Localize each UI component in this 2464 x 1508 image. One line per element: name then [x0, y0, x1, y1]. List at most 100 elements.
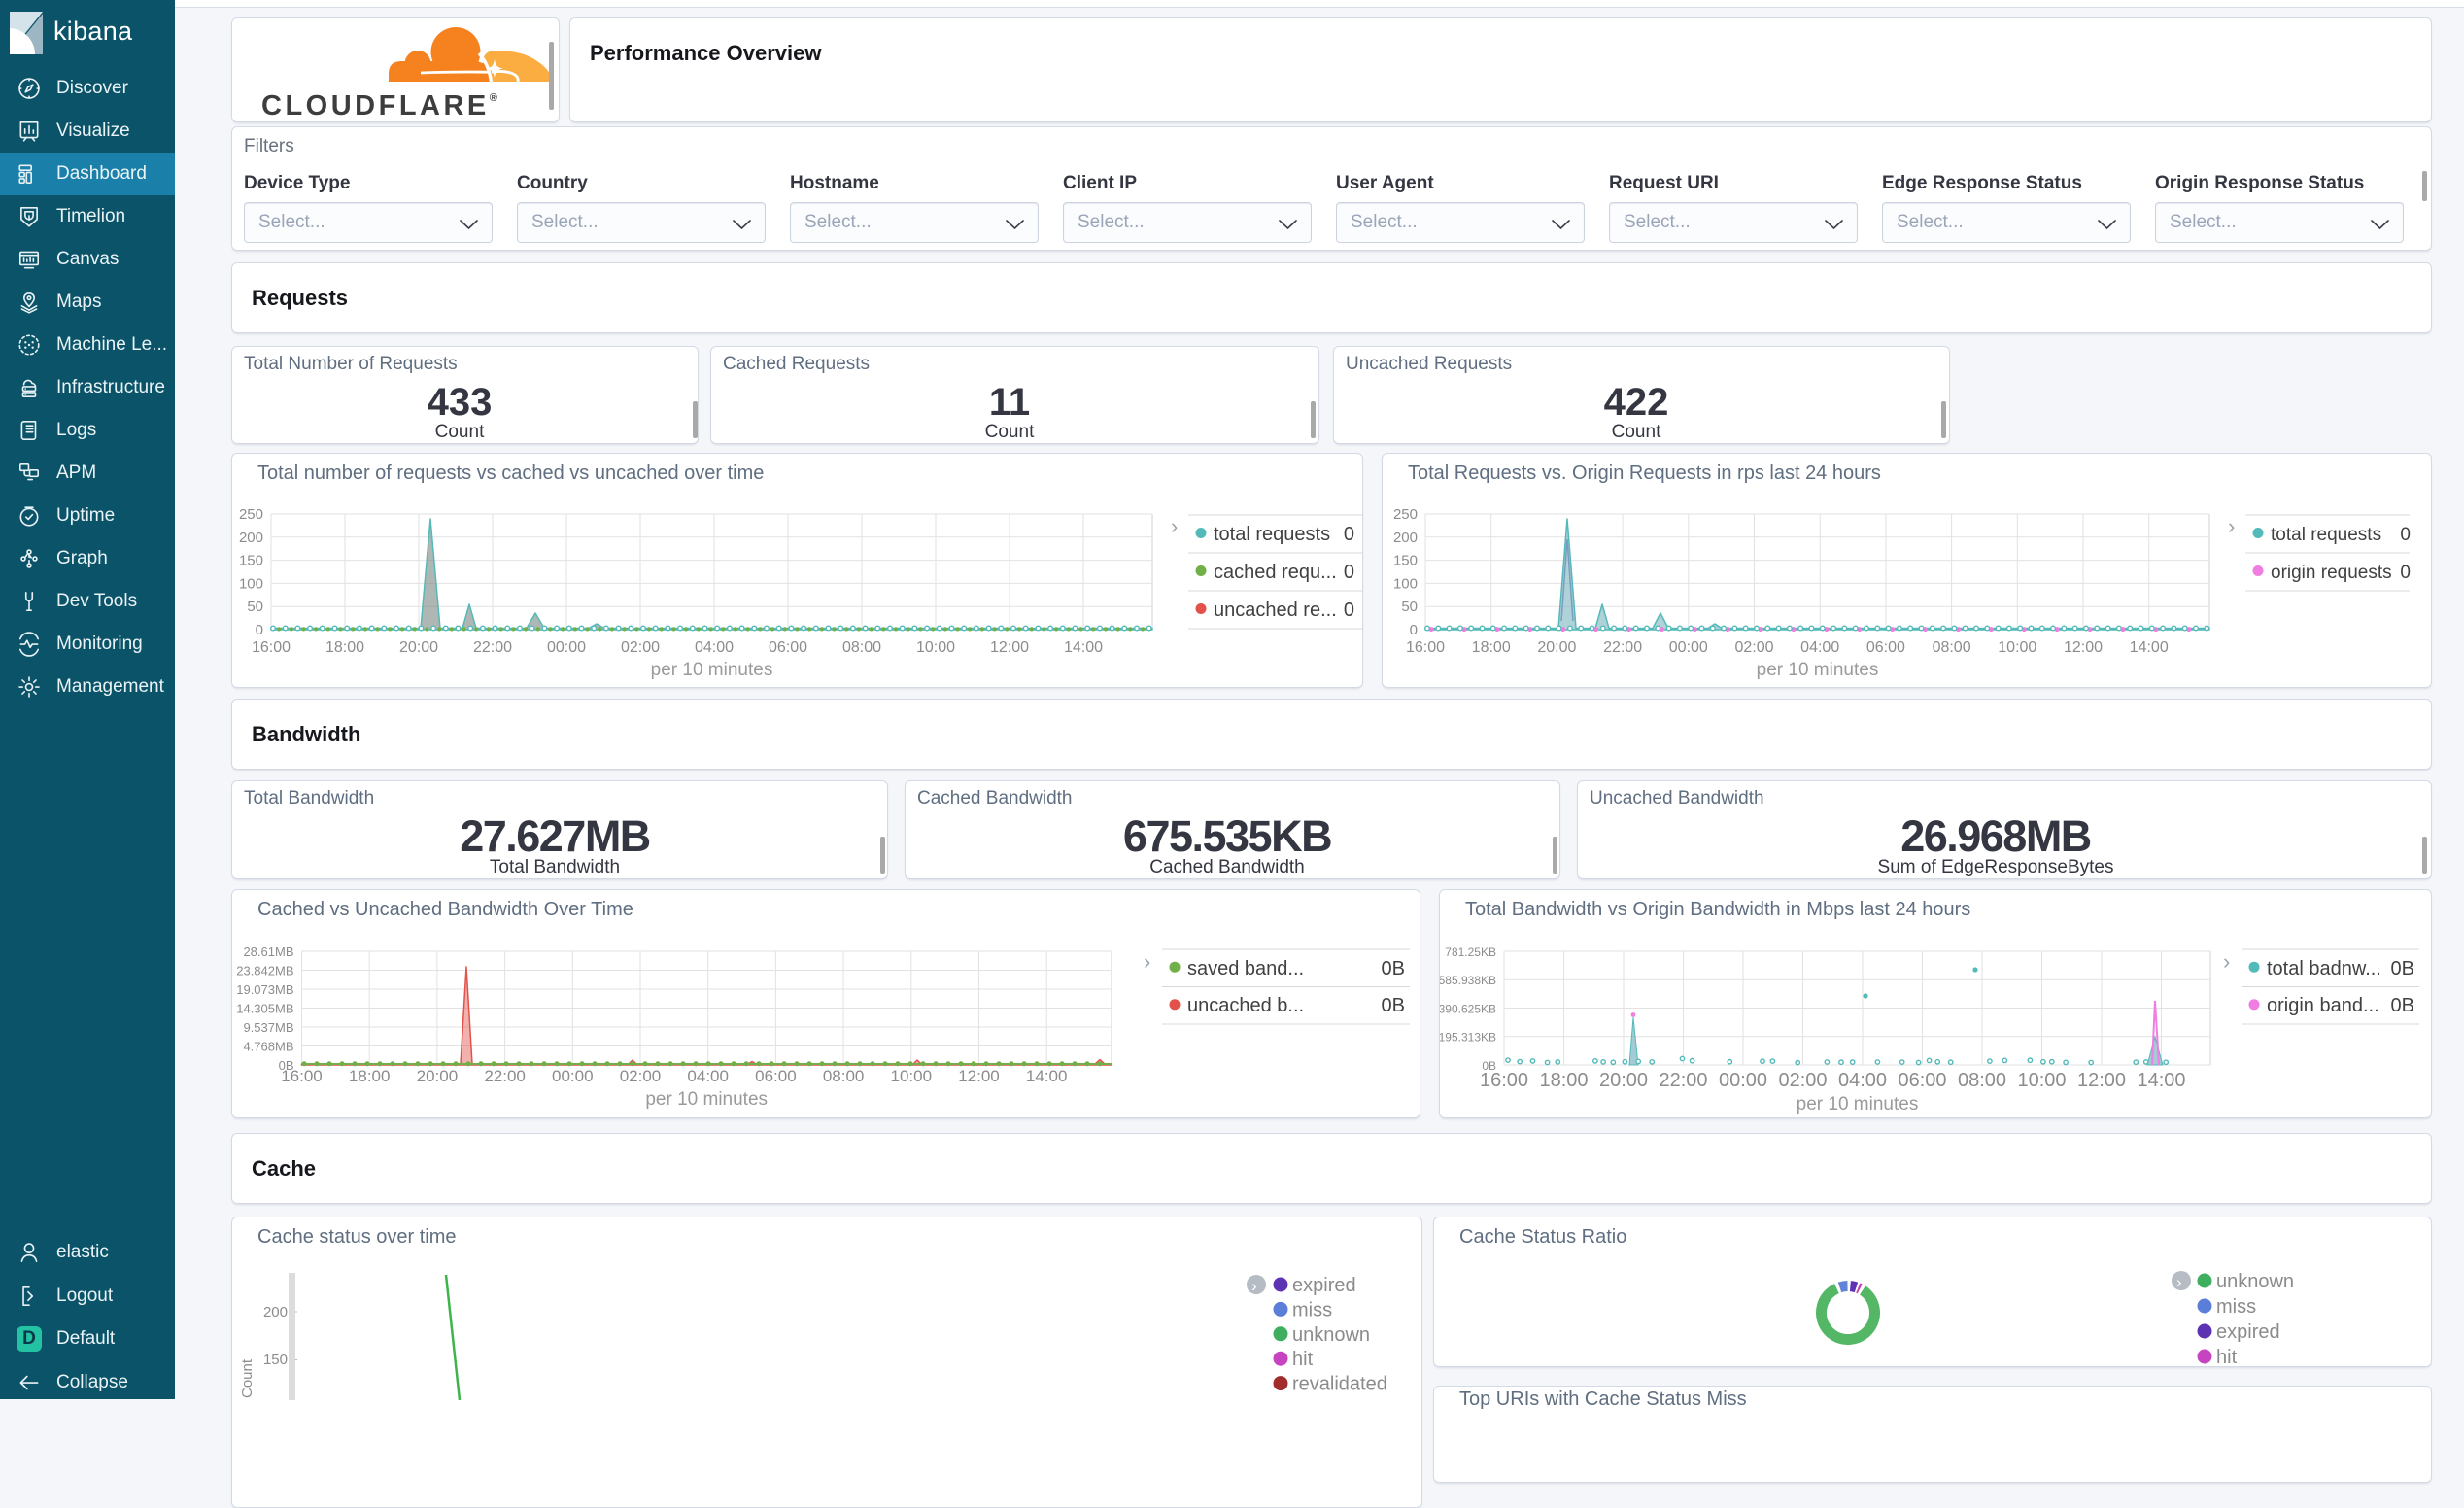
svg-text:100: 100 — [1393, 575, 1418, 592]
svg-text:22:00: 22:00 — [1659, 1070, 1707, 1091]
svg-text:50: 50 — [1401, 599, 1418, 615]
svg-text:02:00: 02:00 — [1734, 639, 1773, 656]
svg-text:00:00: 00:00 — [1669, 639, 1708, 656]
svg-text:00:00: 00:00 — [1719, 1070, 1767, 1091]
svg-text:0: 0 — [1410, 622, 1418, 638]
svg-text:200: 200 — [239, 530, 263, 546]
svg-text:per 10 minutes: per 10 minutes — [651, 660, 773, 680]
svg-text:0: 0 — [256, 622, 263, 638]
svg-text:08:00: 08:00 — [1958, 1070, 2006, 1091]
svg-text:20:00: 20:00 — [399, 639, 438, 656]
svg-text:22:00: 22:00 — [484, 1067, 526, 1085]
svg-text:18:00: 18:00 — [349, 1067, 391, 1085]
svg-text:10:00: 10:00 — [1998, 639, 2036, 656]
svg-text:20:00: 20:00 — [417, 1067, 459, 1085]
svg-text:unknown: unknown — [1292, 1324, 1370, 1346]
svg-text:0: 0 — [1344, 562, 1354, 583]
svg-text:hit: hit — [2216, 1347, 2238, 1366]
svg-text:04:00: 04:00 — [1800, 639, 1839, 656]
svg-text:150: 150 — [1393, 553, 1418, 569]
svg-text:Count: Count — [239, 1358, 256, 1398]
svg-text:›: › — [2176, 1273, 2182, 1291]
svg-text:50: 50 — [247, 599, 263, 615]
svg-text:14.305MB: 14.305MB — [236, 1002, 293, 1016]
svg-text:04:00: 04:00 — [695, 639, 734, 656]
svg-text:12:00: 12:00 — [2077, 1070, 2126, 1091]
svg-text:250: 250 — [239, 506, 263, 523]
svg-text:10:00: 10:00 — [891, 1067, 933, 1085]
svg-text:02:00: 02:00 — [621, 639, 660, 656]
svg-text:12:00: 12:00 — [958, 1067, 1000, 1085]
svg-text:14:00: 14:00 — [1064, 639, 1103, 656]
svg-text:08:00: 08:00 — [823, 1067, 865, 1085]
svg-text:unknown: unknown — [2216, 1271, 2294, 1292]
svg-text:00:00: 00:00 — [552, 1067, 594, 1085]
svg-text:12:00: 12:00 — [2064, 639, 2103, 656]
svg-text:06:00: 06:00 — [755, 1067, 797, 1085]
svg-text:4.768MB: 4.768MB — [243, 1040, 293, 1054]
svg-text:expired: expired — [2216, 1321, 2280, 1343]
svg-text:0: 0 — [1344, 600, 1354, 621]
svg-text:cached requ...: cached requ... — [1214, 562, 1337, 583]
svg-text:per 10 minutes: per 10 minutes — [1797, 1094, 1919, 1114]
svg-text:total requests: total requests — [1214, 524, 1330, 545]
svg-text:16:00: 16:00 — [281, 1067, 323, 1085]
svg-text:uncached b...: uncached b... — [1187, 995, 1304, 1016]
svg-text:10:00: 10:00 — [2017, 1070, 2066, 1091]
svg-text:18:00: 18:00 — [1472, 639, 1511, 656]
svg-text:200: 200 — [263, 1304, 288, 1320]
svg-text:0B: 0B — [2391, 995, 2414, 1016]
svg-text:22:00: 22:00 — [473, 639, 512, 656]
svg-text:miss: miss — [2216, 1296, 2256, 1318]
svg-text:16:00: 16:00 — [252, 639, 291, 656]
svg-text:200: 200 — [1393, 530, 1418, 546]
svg-text:0: 0 — [2400, 563, 2411, 583]
svg-text:›: › — [2223, 949, 2230, 974]
svg-text:19.073MB: 19.073MB — [236, 982, 293, 997]
svg-text:585.938KB: 585.938KB — [1440, 974, 1496, 987]
svg-text:14:00: 14:00 — [2137, 1070, 2185, 1091]
svg-text:02:00: 02:00 — [1778, 1070, 1827, 1091]
svg-text:miss: miss — [1292, 1299, 1332, 1320]
svg-text:20:00: 20:00 — [1599, 1070, 1648, 1091]
svg-text:›: › — [1251, 1277, 1257, 1295]
svg-text:0B: 0B — [2391, 958, 2414, 979]
svg-text:total badnw...: total badnw... — [2267, 958, 2381, 979]
svg-text:08:00: 08:00 — [1933, 639, 1971, 656]
svg-text:10:00: 10:00 — [916, 639, 955, 656]
svg-text:390.625KB: 390.625KB — [1440, 1003, 1496, 1016]
svg-text:14:00: 14:00 — [2130, 639, 2169, 656]
svg-text:›: › — [1144, 949, 1150, 974]
svg-text:06:00: 06:00 — [769, 639, 807, 656]
svg-text:04:00: 04:00 — [1838, 1070, 1887, 1091]
svg-text:14:00: 14:00 — [1026, 1067, 1068, 1085]
svg-text:00:00: 00:00 — [547, 639, 586, 656]
svg-text:28.61MB: 28.61MB — [243, 944, 293, 959]
svg-text:0B: 0B — [1382, 958, 1405, 979]
svg-text:origin requests: origin requests — [2271, 563, 2392, 583]
svg-text:08:00: 08:00 — [842, 639, 881, 656]
svg-text:06:00: 06:00 — [1866, 639, 1905, 656]
svg-text:revalidated: revalidated — [1292, 1374, 1387, 1395]
svg-text:150: 150 — [263, 1352, 288, 1368]
svg-text:02:00: 02:00 — [620, 1067, 662, 1085]
svg-text:0B: 0B — [1382, 995, 1405, 1016]
svg-text:0: 0 — [1344, 524, 1354, 545]
svg-text:22:00: 22:00 — [1603, 639, 1642, 656]
svg-text:expired: expired — [1292, 1275, 1356, 1296]
svg-text:100: 100 — [239, 575, 263, 592]
svg-text:06:00: 06:00 — [1898, 1070, 1946, 1091]
svg-text:origin band...: origin band... — [2267, 995, 2379, 1016]
svg-text:195.313KB: 195.313KB — [1440, 1031, 1496, 1045]
svg-text:saved band...: saved band... — [1187, 958, 1304, 979]
svg-text:20:00: 20:00 — [1537, 639, 1576, 656]
svg-text:uncached re...: uncached re... — [1214, 600, 1337, 621]
svg-text:250: 250 — [1393, 506, 1418, 523]
svg-text:hit: hit — [1292, 1349, 1314, 1370]
svg-text:total requests: total requests — [2271, 525, 2381, 545]
svg-text:9.537MB: 9.537MB — [243, 1020, 293, 1035]
svg-text:0: 0 — [2400, 525, 2411, 545]
svg-text:18:00: 18:00 — [325, 639, 364, 656]
svg-text:18:00: 18:00 — [1539, 1070, 1588, 1091]
svg-text:12:00: 12:00 — [990, 639, 1029, 656]
